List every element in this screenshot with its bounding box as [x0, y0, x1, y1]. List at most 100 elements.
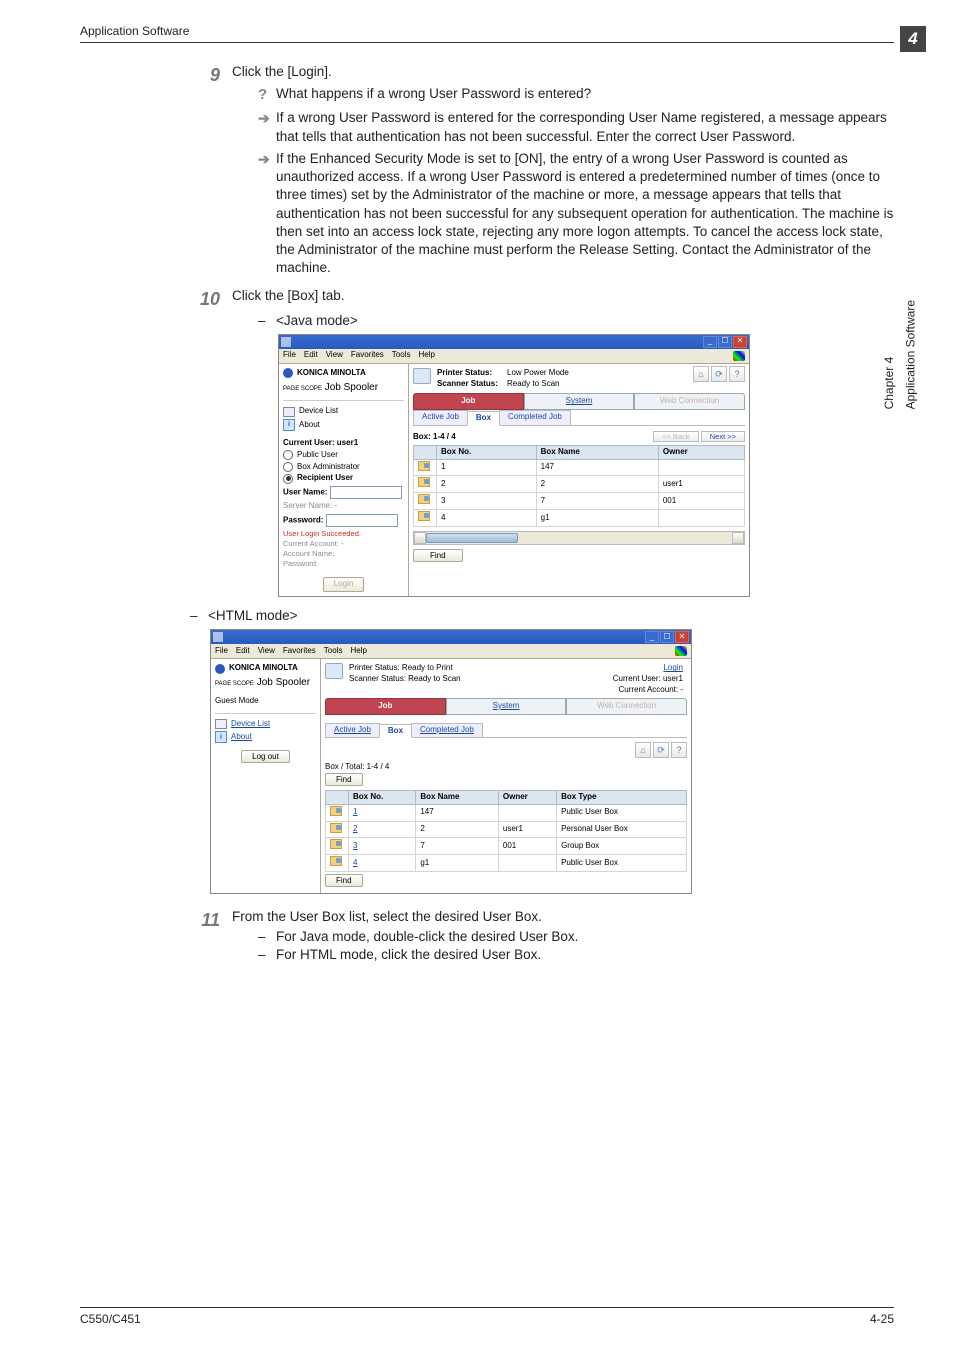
menu-edit[interactable]: Edit — [304, 350, 318, 361]
box-icon — [330, 856, 342, 866]
menu-help[interactable]: Help — [350, 646, 366, 657]
info-icon: i — [283, 419, 295, 431]
toolbar-refresh-icon[interactable]: ⟳ — [711, 366, 727, 382]
nav-device-list[interactable]: Device List — [283, 405, 404, 418]
table-row[interactable]: 37001Group Box — [326, 838, 687, 855]
table-row[interactable]: 1147 — [414, 459, 745, 476]
menu-edit[interactable]: Edit — [236, 646, 250, 657]
toolbar-help-icon[interactable]: ? — [671, 742, 687, 758]
subtab-box[interactable]: Box — [379, 724, 412, 739]
tab-web-connection[interactable]: Web Connection — [634, 393, 745, 410]
menu-tools[interactable]: Tools — [324, 646, 343, 657]
table-row[interactable]: 4g1Public User Box — [326, 855, 687, 872]
subtab-box[interactable]: Box — [467, 411, 500, 426]
printer-icon — [413, 368, 431, 384]
window-minimize-button[interactable]: _ — [645, 631, 659, 643]
window-maximize-button[interactable]: ☐ — [718, 336, 732, 348]
horizontal-scrollbar[interactable] — [413, 531, 745, 545]
step-9-answer-2: If the Enhanced Security Mode is set to … — [276, 150, 894, 278]
menu-favorites[interactable]: Favorites — [351, 350, 384, 361]
spooler-label: Job Spooler — [257, 677, 310, 688]
menu-help[interactable]: Help — [418, 350, 434, 361]
logo-icon — [283, 368, 293, 378]
login-link[interactable]: Login — [663, 663, 683, 672]
user-name-input[interactable] — [330, 486, 402, 499]
pagescope-label: PAGE SCOPE — [215, 681, 254, 687]
find-button-top[interactable]: Find — [325, 773, 363, 786]
nav-about[interactable]: iAbout — [283, 418, 404, 432]
step-11-sub-2: For HTML mode, click the desired User Bo… — [276, 946, 541, 964]
box-icon — [418, 461, 430, 471]
col-owner[interactable]: Owner — [498, 791, 556, 805]
table-row[interactable]: 22user1Personal User Box — [326, 821, 687, 838]
account-password-label: Password: — [283, 559, 318, 568]
table-row[interactable]: 37001 — [414, 493, 745, 510]
header-section: Application Software — [80, 24, 189, 38]
subtab-completed-job[interactable]: Completed Job — [499, 410, 571, 425]
toolbar-refresh-icon[interactable]: ⟳ — [653, 742, 669, 758]
menu-tools[interactable]: Tools — [392, 350, 411, 361]
window-maximize-button[interactable]: ☐ — [660, 631, 674, 643]
window-titlebar[interactable]: _ ☐ ✕ — [279, 335, 749, 349]
login-button[interactable]: Login — [323, 577, 365, 592]
toolbar-home-icon[interactable]: ⌂ — [693, 366, 709, 382]
window-minimize-button[interactable]: _ — [703, 336, 717, 348]
find-button-bottom[interactable]: Find — [325, 874, 363, 887]
spooler-label: Job Spooler — [325, 382, 378, 393]
guest-mode-label: Guest Mode — [215, 696, 316, 707]
table-row[interactable]: 4g1 — [414, 510, 745, 527]
tab-web-connection[interactable]: Web Connection — [566, 698, 687, 715]
menu-favorites[interactable]: Favorites — [283, 646, 316, 657]
tab-job[interactable]: Job — [325, 698, 446, 715]
login-success-message: User Login Succeeded. — [283, 529, 404, 539]
pagescope-label: PAGE SCOPE — [283, 386, 322, 392]
col-box-no[interactable]: Box No. — [349, 791, 416, 805]
radio-public-user[interactable]: Public User — [283, 450, 404, 461]
radio-recipient-user[interactable]: Recipient User — [283, 473, 404, 484]
side-section: Application Software — [903, 300, 917, 409]
step-11-number: 11 — [190, 908, 220, 932]
tab-job[interactable]: Job — [413, 393, 524, 410]
back-button[interactable]: << Back — [653, 431, 699, 442]
nav-device-list[interactable]: Device List — [215, 718, 316, 731]
footer-model: C550/C451 — [80, 1312, 141, 1326]
table-row[interactable]: 22user1 — [414, 476, 745, 493]
col-owner[interactable]: Owner — [658, 445, 744, 459]
box-table: Box No. Box Name Owner 1147 22user1 3700… — [413, 445, 745, 527]
window-app-icon — [213, 632, 223, 642]
table-row[interactable]: 1147Public User Box — [326, 804, 687, 821]
current-user-label: Current User: user1 — [613, 674, 683, 685]
toolbar-home-icon[interactable]: ⌂ — [635, 742, 651, 758]
subtab-active-job[interactable]: Active Job — [413, 410, 468, 425]
col-box-type[interactable]: Box Type — [557, 791, 687, 805]
window-close-button[interactable]: ✕ — [675, 631, 689, 643]
radio-box-admin[interactable]: Box Administrator — [283, 462, 404, 473]
step-9-answer-1: If a wrong User Password is entered for … — [276, 109, 894, 145]
window-close-button[interactable]: ✕ — [733, 336, 747, 348]
scanner-status-label: Scanner Status: — [437, 379, 507, 390]
current-user-label: Current User: user1 — [283, 438, 404, 449]
col-box-no[interactable]: Box No. — [437, 445, 537, 459]
tab-system[interactable]: System — [524, 393, 635, 410]
subtab-completed-job[interactable]: Completed Job — [411, 723, 483, 738]
step-11-sub-1: For Java mode, double-click the desired … — [276, 928, 578, 946]
menu-view[interactable]: View — [326, 350, 343, 361]
device-list-icon — [283, 407, 295, 417]
step-9-question: What happens if a wrong User Password is… — [276, 85, 894, 103]
password-input[interactable] — [326, 514, 398, 527]
subtab-active-job[interactable]: Active Job — [325, 723, 380, 738]
toolbar-help-icon[interactable]: ? — [729, 366, 745, 382]
menu-file[interactable]: File — [215, 646, 228, 657]
logout-button[interactable]: Log out — [241, 750, 290, 763]
nav-about[interactable]: iAbout — [215, 730, 316, 744]
col-box-name[interactable]: Box Name — [416, 791, 499, 805]
menubar[interactable]: File Edit View Favorites Tools Help — [211, 644, 691, 659]
menu-view[interactable]: View — [258, 646, 275, 657]
tab-system[interactable]: System — [446, 698, 567, 715]
menu-file[interactable]: File — [283, 350, 296, 361]
find-button[interactable]: Find — [413, 549, 463, 562]
menubar[interactable]: File Edit View Favorites Tools Help — [279, 349, 749, 364]
window-titlebar[interactable]: _ ☐ ✕ — [211, 630, 691, 644]
next-button[interactable]: Next >> — [701, 431, 745, 442]
col-box-name[interactable]: Box Name — [536, 445, 658, 459]
